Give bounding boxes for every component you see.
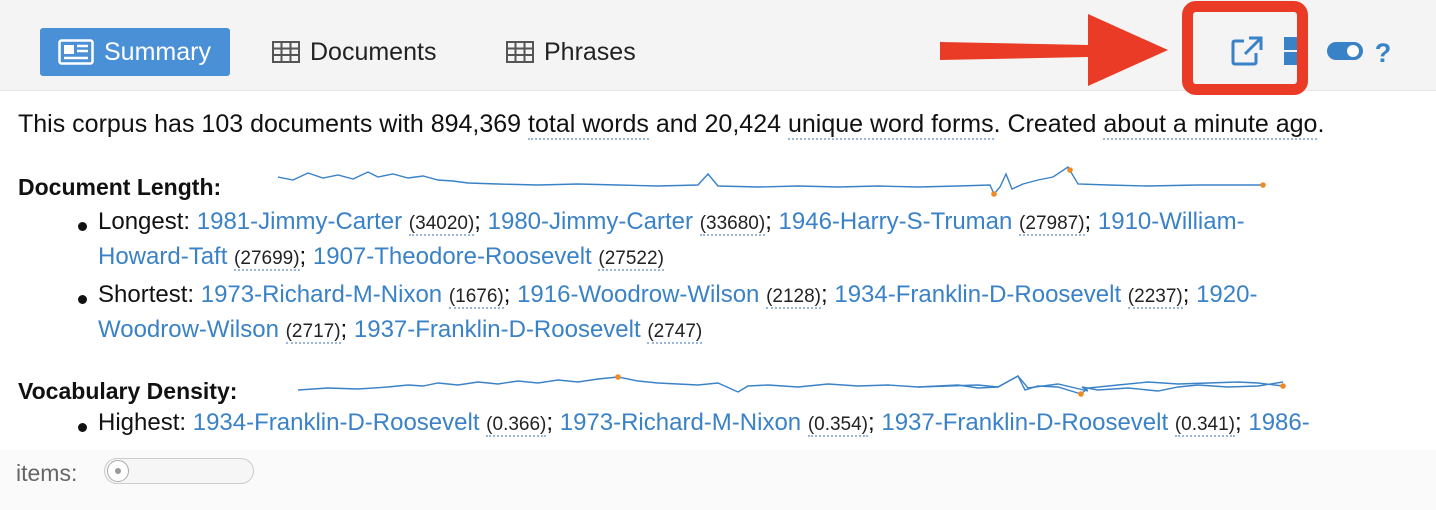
unique-forms-link[interactable]: unique word forms	[787, 110, 994, 140]
bullet	[78, 295, 87, 304]
total-words-link[interactable]: total words	[528, 110, 649, 140]
footer: items:	[0, 450, 1436, 510]
doc-link[interactable]: 1946-Harry-S-Truman	[779, 208, 1013, 235]
doc-link[interactable]: 1916-Woodrow-Wilson	[517, 281, 759, 308]
shortest-line-2: Woodrow-Wilson (2717); 1937-Franklin-D-R…	[98, 316, 703, 344]
longest-line-2: Howard-Taft (27699); 1907-Theodore-Roose…	[98, 243, 664, 271]
doc-count: (0.354)	[807, 414, 869, 437]
doc-count: (1676)	[448, 286, 504, 309]
doc-link[interactable]: 1981-Jimmy-Carter	[197, 208, 402, 235]
bullet	[78, 423, 87, 432]
bullet	[78, 222, 87, 231]
doc-link[interactable]: 1920-	[1196, 281, 1257, 308]
items-label: items:	[16, 460, 78, 486]
doc-link[interactable]: 1937-Franklin-D-Roosevelt	[881, 409, 1168, 436]
highest-line-1: Highest: 1934-Franklin-D-Roosevelt (0.36…	[98, 409, 1310, 437]
doc-link[interactable]: 1980-Jimmy-Carter	[488, 208, 693, 235]
doc-link[interactable]: 1986-	[1248, 409, 1309, 436]
doc-link[interactable]: Woodrow-Wilson	[98, 316, 279, 343]
slider-handle[interactable]	[107, 460, 129, 482]
doc-link[interactable]: 1973-Richard-M-Nixon	[201, 281, 442, 308]
shortest-line-1: Shortest: 1973-Richard-M-Nixon (1676); 1…	[98, 281, 1258, 309]
corpus-summary: This corpus has 103 documents with 894,3…	[18, 110, 1325, 140]
annotation-highlight-box	[1182, 1, 1308, 95]
doc-count: (0.366)	[486, 414, 547, 437]
doc-link[interactable]: Howard-Taft	[98, 243, 227, 270]
doc-count: (2128)	[766, 286, 821, 309]
doc-count: (2747)	[647, 321, 703, 344]
doc-link[interactable]: 1907-Theodore-Roosevelt	[313, 243, 592, 270]
doc-count: (34020)	[408, 213, 475, 236]
doc-link[interactable]: 1934-Franklin-D-Roosevelt	[193, 409, 480, 436]
doc-link[interactable]: 1934-Franklin-D-Roosevelt	[834, 281, 1121, 308]
document-length-sparkline	[278, 166, 1266, 197]
vocabulary-density-sparkline	[298, 374, 1286, 397]
items-slider[interactable]	[104, 458, 254, 484]
vocabulary-density-heading: Vocabulary Density:	[18, 378, 238, 404]
doc-link[interactable]: 1910-William-	[1098, 208, 1245, 235]
doc-count: (2237)	[1127, 286, 1183, 309]
doc-count: (27699)	[234, 248, 300, 271]
created-time[interactable]: about a minute ago	[1103, 110, 1318, 140]
document-length-heading: Document Length:	[18, 174, 222, 200]
doc-count: (0.341)	[1174, 414, 1236, 437]
doc-count: (2717)	[285, 321, 341, 344]
summary-panel: This corpus has 103 documents with 894,3…	[0, 90, 1436, 450]
doc-link[interactable]: 1973-Richard-M-Nixon	[560, 409, 801, 436]
longest-line-1: Longest: 1981-Jimmy-Carter (34020); 1980…	[98, 208, 1245, 236]
doc-count: (27522)	[598, 248, 664, 271]
doc-count: (27987)	[1019, 213, 1085, 236]
doc-link[interactable]: 1937-Franklin-D-Roosevelt	[354, 316, 641, 343]
doc-count: (33680)	[699, 213, 766, 236]
